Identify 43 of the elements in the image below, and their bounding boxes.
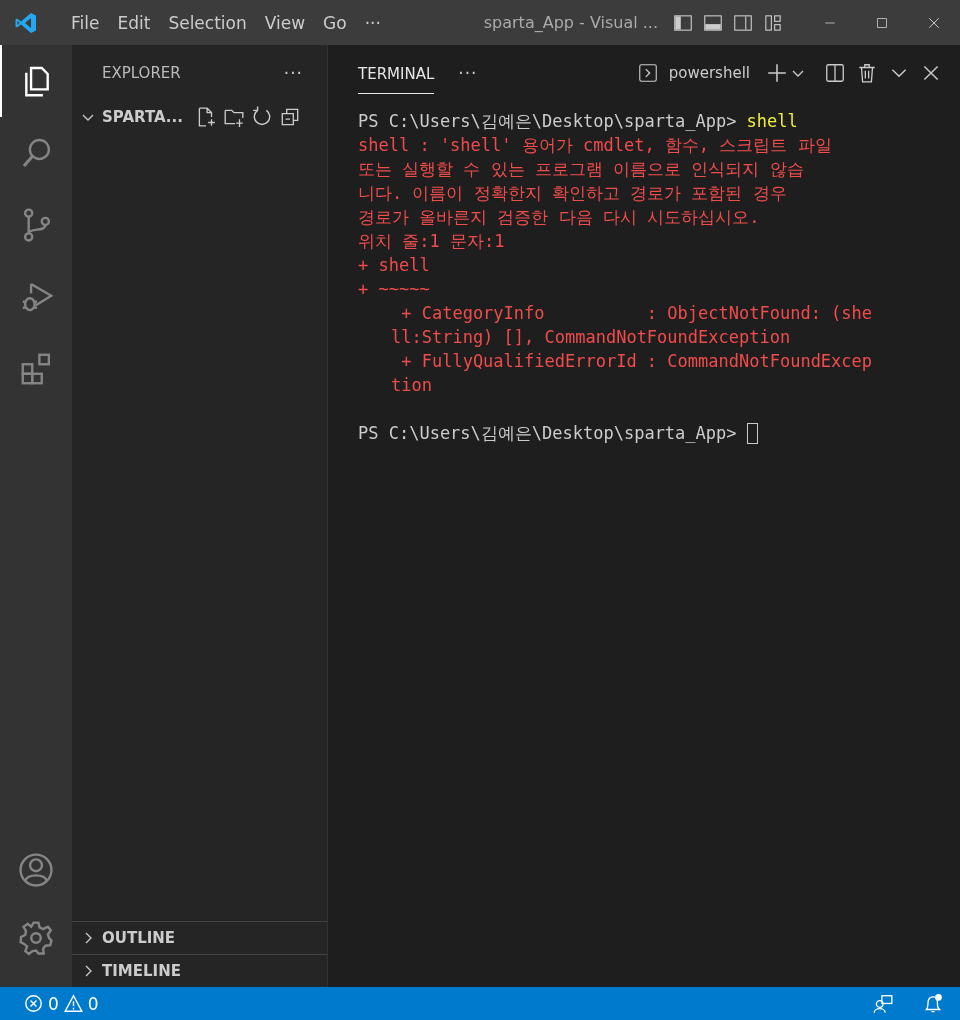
more-actions-button[interactable]: ··· (458, 63, 478, 83)
folder-label[interactable]: SPARTA... (102, 108, 183, 126)
menu-item[interactable]: File (62, 12, 109, 33)
add-terminal-icon[interactable] (766, 62, 788, 84)
menu-item[interactable]: View (255, 12, 315, 33)
terminal-error-line: shell : 'shell' 용어가 cmdlet, 함수, 스크립트 파일 (358, 134, 832, 157)
error-icon (24, 994, 43, 1013)
terminal-error-line: + shell (358, 254, 430, 277)
terminal-error-line: tion (391, 374, 432, 397)
terminal-icon (636, 62, 659, 84)
app-logo-icon (14, 10, 38, 35)
account-icon[interactable] (17, 851, 55, 889)
trash-icon[interactable] (856, 62, 878, 84)
terminal-prompt: PS C:\Users\김예은\Desktop\sparta_App> (358, 422, 737, 445)
menu-item[interactable]: Edit (108, 12, 160, 33)
refresh-icon[interactable] (250, 106, 273, 128)
window-title: sparta_App - Visual ... (483, 13, 658, 32)
terminal-error-line: 위치 줄:1 문자:1 (358, 230, 505, 253)
warning-icon (63, 994, 83, 1013)
feedback-icon[interactable] (872, 992, 894, 1015)
terminal-error-line: ll:String) [], CommandNotFoundException (391, 326, 791, 349)
terminal-error-line: + FullyQualifiedErrorId : CommandNotFoundExcep (400, 350, 873, 373)
menu-item[interactable]: ··· (355, 12, 390, 33)
sidebar-section[interactable]: OUTLINE (72, 921, 327, 954)
terminal-name[interactable]: powershell (668, 64, 750, 82)
terminal-error-line: + ~~~~~ (358, 278, 430, 301)
terminal-command: shell (746, 110, 798, 133)
terminal-error-line: + CategoryInfo : ObjectNotFound: (she (400, 302, 873, 325)
split-terminal-icon[interactable] (824, 62, 846, 84)
terminal-error-line: 또는 실행할 수 있는 프로그램 이름으로 인식되지 않습 (358, 158, 804, 181)
more-actions-button[interactable]: ··· (283, 63, 303, 83)
terminal-prompt: PS C:\Users\김예은\Desktop\sparta_App> (358, 110, 737, 133)
problems-status[interactable]: 0 0 (24, 993, 99, 1014)
warning-count: 0 (87, 993, 99, 1014)
menu-item[interactable]: Go (314, 12, 356, 33)
error-count: 0 (48, 993, 59, 1014)
sidebar-title: EXPLORER (102, 64, 181, 82)
menu-item[interactable]: Selection (159, 12, 256, 33)
terminal-error-line: 니다. 이름이 정확한지 확인하고 경로가 포함된 경우 (358, 182, 787, 205)
terminal-error-line: 경로가 올바른지 검증한 다음 다시 시도하십시오. (358, 206, 760, 229)
panel-tab[interactable]: TERMINAL (358, 52, 435, 94)
notification-bell-icon[interactable] (922, 992, 944, 1015)
settings-icon[interactable] (17, 919, 55, 957)
